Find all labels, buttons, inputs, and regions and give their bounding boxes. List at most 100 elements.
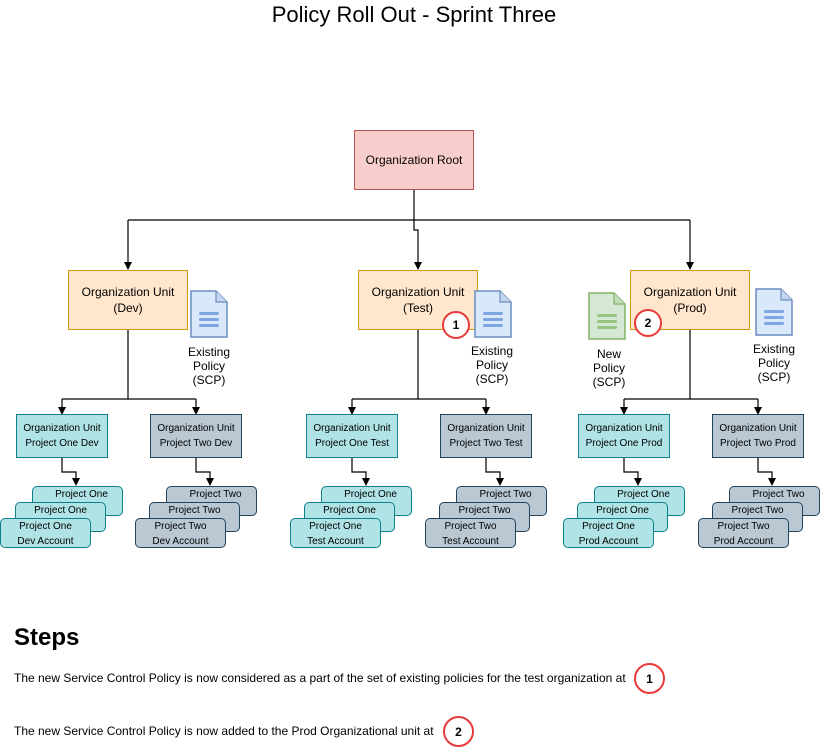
node-label: Project Two Dev bbox=[159, 438, 233, 449]
account-label: Project One bbox=[19, 521, 72, 532]
node-label: (Prod) bbox=[673, 301, 707, 315]
label-line: Existing bbox=[470, 344, 514, 358]
badge-number: 1 bbox=[452, 318, 460, 332]
account-label: Project One bbox=[55, 489, 108, 500]
existing-policy-document-icon[interactable] bbox=[755, 288, 793, 336]
account-label: Project Two bbox=[154, 521, 207, 532]
account-label: Project One bbox=[323, 505, 376, 516]
account-label: Test Account bbox=[442, 536, 499, 547]
edge-prod-subunits bbox=[623, 330, 759, 413]
node-label: Organization Unit bbox=[81, 285, 175, 299]
account-label: Project Two bbox=[479, 489, 532, 500]
node-label: Organization Unit bbox=[157, 423, 235, 434]
account-label: Project One bbox=[596, 505, 649, 516]
node-label: Organization Unit bbox=[371, 285, 465, 299]
badge-number: 1 bbox=[646, 671, 653, 686]
edge-root-test bbox=[413, 220, 419, 268]
node-label: Project Two Prod bbox=[720, 438, 796, 449]
account-label: Project Two bbox=[458, 505, 511, 516]
badge-number: 2 bbox=[455, 724, 462, 739]
arrowhead bbox=[124, 262, 132, 270]
account-label: Project Two bbox=[168, 505, 221, 516]
label-line: (SCP) bbox=[757, 370, 791, 384]
account-label: Prod Account bbox=[713, 536, 774, 547]
arrowhead bbox=[414, 262, 422, 270]
arrowhead bbox=[768, 478, 776, 486]
arrowhead bbox=[686, 262, 694, 270]
step-badge-1: 1 bbox=[634, 663, 665, 694]
account-card-front[interactable]: Project Two Prod Account bbox=[698, 518, 789, 548]
sub-unit-project-one-dev[interactable]: Organization Unit Project One Dev bbox=[16, 414, 108, 458]
sub-unit-project-one-test[interactable]: Organization Unit Project One Test bbox=[306, 414, 398, 458]
label-line: Policy bbox=[475, 358, 508, 372]
existing-policy-label-prod: Existing Policy (SCP) bbox=[744, 342, 804, 384]
account-label: Dev Account bbox=[152, 536, 209, 547]
account-label: Project One bbox=[34, 505, 87, 516]
node-label: Organization Unit bbox=[719, 423, 797, 434]
node-label: Organization Unit bbox=[313, 423, 391, 434]
new-policy-label-prod: New Policy (SCP) bbox=[579, 347, 639, 389]
node-label: Project One Test bbox=[315, 438, 389, 449]
node-label: Organization Unit bbox=[585, 423, 663, 434]
label-line: Policy bbox=[757, 356, 790, 370]
sub-unit-project-one-prod[interactable]: Organization Unit Project One Prod bbox=[578, 414, 670, 458]
step-item-2: The new Service Control Policy is now ad… bbox=[14, 724, 434, 738]
account-card-front[interactable]: Project One Prod Account bbox=[563, 518, 654, 548]
node-label: Project Two Test bbox=[449, 438, 523, 449]
account-label: Project Two bbox=[189, 489, 242, 500]
account-card-front[interactable]: Project Two Test Account bbox=[425, 518, 516, 548]
edge-dev-subunits bbox=[61, 330, 197, 413]
account-label: Project One bbox=[617, 489, 670, 500]
account-label: Project Two bbox=[752, 489, 805, 500]
account-label: Project One bbox=[309, 521, 362, 532]
node-label: Organization Unit bbox=[447, 423, 525, 434]
node-label: Project One Prod bbox=[585, 438, 663, 449]
node-label: Organization Unit bbox=[23, 423, 101, 434]
label-line: (SCP) bbox=[475, 372, 509, 386]
account-label: Project One bbox=[344, 489, 397, 500]
step-badge-1: 1 bbox=[442, 311, 470, 339]
account-card-front[interactable]: Project One Dev Account bbox=[0, 518, 91, 548]
step-badge-2: 2 bbox=[634, 309, 662, 337]
account-card-front[interactable]: Project One Test Account bbox=[290, 518, 381, 548]
existing-policy-document-icon[interactable] bbox=[190, 290, 228, 338]
sub-unit-project-two-prod[interactable]: Organization Unit Project Two Prod bbox=[712, 414, 804, 458]
root-connector bbox=[128, 190, 690, 221]
label-line: (SCP) bbox=[192, 373, 226, 387]
arrowhead bbox=[634, 478, 642, 486]
arrowhead bbox=[206, 478, 214, 486]
label-line: New bbox=[596, 347, 621, 361]
account-label: Project Two bbox=[444, 521, 497, 532]
account-label: Test Account bbox=[307, 536, 364, 547]
steps-heading: Steps bbox=[14, 624, 80, 651]
account-label: Project Two bbox=[731, 505, 784, 516]
node-label: Organization Root bbox=[365, 153, 463, 167]
account-label: Project Two bbox=[717, 521, 770, 532]
account-label: Dev Account bbox=[17, 536, 74, 547]
label-line: (SCP) bbox=[592, 375, 626, 389]
account-label: Project One bbox=[582, 521, 635, 532]
account-card-front[interactable]: Project Two Dev Account bbox=[135, 518, 226, 548]
step-item-1: The new Service Control Policy is now co… bbox=[14, 671, 626, 685]
org-unit-dev[interactable]: Organization Unit (Dev) bbox=[68, 270, 188, 330]
existing-policy-document-icon[interactable] bbox=[474, 290, 512, 338]
label-line: Existing bbox=[187, 345, 231, 359]
sub-unit-project-two-test[interactable]: Organization Unit Project Two Test bbox=[440, 414, 532, 458]
node-label: Organization Unit bbox=[643, 285, 737, 299]
existing-policy-label-dev: Existing Policy (SCP) bbox=[179, 345, 239, 387]
label-line: Policy bbox=[192, 359, 225, 373]
new-policy-document-icon[interactable] bbox=[588, 292, 626, 340]
sub-unit-project-two-dev[interactable]: Organization Unit Project Two Dev bbox=[150, 414, 242, 458]
arrowhead bbox=[496, 478, 504, 486]
node-label: (Dev) bbox=[113, 301, 143, 315]
label-line: Policy bbox=[592, 361, 625, 375]
badge-number: 2 bbox=[644, 316, 652, 330]
account-label: Prod Account bbox=[578, 536, 639, 547]
step-text: The new Service Control Policy is now ad… bbox=[14, 724, 434, 738]
arrowhead bbox=[72, 478, 80, 486]
node-label: (Test) bbox=[403, 301, 433, 315]
arrowhead bbox=[362, 478, 370, 486]
existing-policy-label-test: Existing Policy (SCP) bbox=[462, 344, 522, 386]
step-badge-2: 2 bbox=[443, 716, 474, 747]
organization-root-node[interactable]: Organization Root bbox=[354, 130, 474, 190]
